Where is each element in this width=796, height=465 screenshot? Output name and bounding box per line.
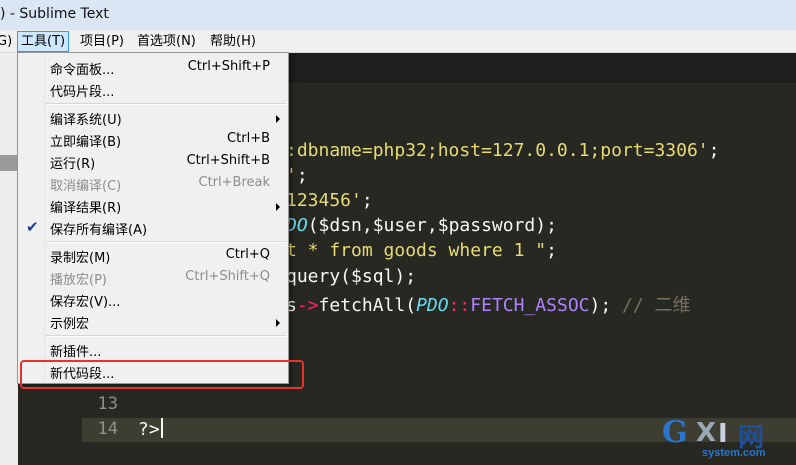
menu-tools[interactable]: 工具(T) [17,31,70,52]
text-cursor [160,418,163,438]
code-line-1[interactable]: :dbname=php32;host=127.0.0.1;port=3306'; [286,140,719,161]
watermark-logo: G X I 网 system.com [662,415,766,459]
menu-item-save-all-on-build[interactable]: ✔ 保存所有编译(A) [18,217,288,239]
code-line-4[interactable]: DO($dsn,$user,$password); [286,215,557,236]
menu-item-build[interactable]: 立即编译(B) Ctrl+B [18,129,288,151]
code-line-14[interactable]: ?> [138,418,163,440]
menu-item-macros[interactable]: 示例宏 [18,311,288,333]
menu-item-new-plugin[interactable]: 新插件... [18,339,288,361]
menu-separator [46,241,286,243]
menu-item-playback-macro: 播放宏(P) Ctrl+Shift+Q [50,269,270,288]
menu-item-cancel-build: 取消编译(C) Ctrl+Break [50,175,270,194]
code-line-2[interactable]: '; [286,165,308,186]
menu-separator [46,103,286,105]
menu-help[interactable]: 帮助(H) [207,33,259,50]
menu-item-save-macro[interactable]: 保存宏(V)... [18,289,288,311]
menu-separator [46,335,286,337]
checkmark-icon: ✔ [26,218,39,236]
menu-item-run[interactable]: 运行(R) Ctrl+Shift+B [18,151,288,173]
code-line-6[interactable]: query($sql); [286,266,416,287]
menu-bar: G) 工具(T) 项目(P) 首选项(N) 帮助(H) [0,30,796,53]
title-bar: ) - Sublime Text [0,0,796,31]
menu-preferences[interactable]: 首选项(N) [134,33,199,50]
submenu-arrow-icon [276,115,280,123]
menu-item-build-system[interactable]: 编译系统(U) [18,107,288,129]
menu-project[interactable]: 项目(P) [77,33,127,50]
menu-item-build-results[interactable]: 编译结果(R) [18,195,288,217]
menu-selection[interactable]: G) [0,33,15,50]
submenu-arrow-icon [276,203,280,211]
code-line-5[interactable]: t * from goods where 1 "; [286,240,557,261]
sidebar-selected-row[interactable] [0,155,18,171]
line-number-13: 13 [97,394,118,414]
tools-dropdown-menu: 命令面板... Ctrl+Shift+P 代码片段... 编译系统(U) 立即编… [17,52,289,384]
menu-item-command-palette[interactable]: 命令面板... Ctrl+Shift+P [18,57,288,79]
submenu-arrow-icon [276,319,280,327]
window-title: ) - Sublime Text [0,6,109,22]
menu-item-snippets[interactable]: 代码片段... [18,79,288,101]
code-line-3[interactable]: 123456'; [286,190,373,211]
line-number-14: 14 [97,419,118,439]
code-line-7[interactable]: s->fetchAll(PDO::FETCH_ASSOC); // 二维 [286,291,691,317]
highlight-annotation-box [20,360,304,389]
menu-item-record-macro[interactable]: 录制宏(M) Ctrl+Q [18,245,288,267]
